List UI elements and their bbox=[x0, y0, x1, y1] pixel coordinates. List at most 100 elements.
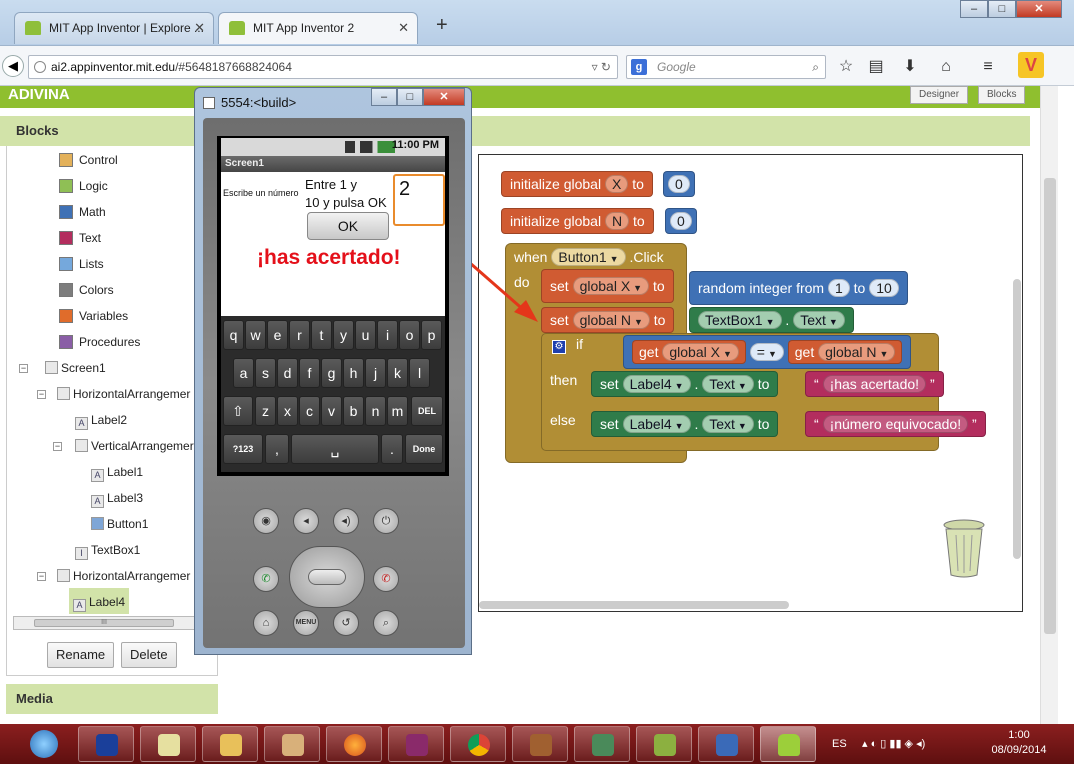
search-button-icon[interactable]: ⌕ bbox=[373, 610, 399, 636]
taskbar-android-sdk[interactable] bbox=[636, 726, 692, 762]
volume-up-icon[interactable]: ◂) bbox=[333, 508, 359, 534]
addon-v-icon[interactable]: V bbox=[1018, 52, 1044, 78]
key-u[interactable]: u bbox=[355, 320, 376, 350]
magnifier-icon[interactable]: ⌕ bbox=[812, 56, 819, 78]
taskbar-winrar[interactable] bbox=[388, 726, 444, 762]
text-numero-equivocado-block[interactable]: “ ¡número equivocado! ” bbox=[805, 411, 986, 437]
random-max[interactable]: 10 bbox=[869, 279, 899, 297]
text-has-acertado-block[interactable]: “ ¡has acertado! ” bbox=[805, 371, 944, 397]
collapse-icon[interactable]: − bbox=[37, 572, 46, 581]
key-i[interactable]: i bbox=[377, 320, 398, 350]
taskbar-explorer[interactable] bbox=[202, 726, 258, 762]
builtin-control[interactable]: Control bbox=[59, 150, 118, 170]
emulator-maximize-button[interactable]: □ bbox=[397, 88, 423, 106]
collapse-icon[interactable]: − bbox=[19, 364, 28, 373]
taskbar-firefox[interactable] bbox=[326, 726, 382, 762]
init-global-x-block[interactable]: initialize global X to bbox=[501, 171, 653, 197]
key-f[interactable]: f bbox=[299, 358, 320, 388]
search-input[interactable]: g Google ⌕ bbox=[626, 55, 826, 79]
builtin-colors[interactable]: Colors bbox=[59, 280, 114, 300]
taskbar-paint[interactable] bbox=[512, 726, 568, 762]
taskbar-emulator[interactable] bbox=[760, 726, 816, 762]
new-tab-button[interactable]: + bbox=[436, 14, 448, 37]
page-scroll-thumb[interactable] bbox=[1044, 178, 1056, 634]
key-c[interactable]: c bbox=[299, 396, 320, 426]
key-t[interactable]: t bbox=[311, 320, 332, 350]
emulator-minimize-button[interactable]: – bbox=[371, 88, 397, 106]
emulator-window[interactable]: 5554:<build> – □ ✕ 11:00 PM Screen1 Escr… bbox=[194, 87, 472, 655]
key-h[interactable]: h bbox=[343, 358, 364, 388]
tree-label2[interactable]: A Label2 bbox=[75, 410, 127, 430]
space-key-icon[interactable]: ␣ bbox=[291, 434, 379, 464]
key-a[interactable]: a bbox=[233, 358, 254, 388]
key-q[interactable]: q bbox=[223, 320, 244, 350]
key-period[interactable]: . bbox=[381, 434, 403, 464]
key-d[interactable]: d bbox=[277, 358, 298, 388]
set-label4-text-else[interactable]: set Label4 ▼ . Text ▼ to bbox=[591, 411, 779, 437]
builtin-procedures[interactable]: Procedures bbox=[59, 332, 140, 352]
key-x[interactable]: x bbox=[277, 396, 298, 426]
minimize-button[interactable]: – bbox=[960, 0, 988, 18]
dpad-control[interactable] bbox=[289, 546, 365, 608]
key-done[interactable]: Done bbox=[405, 434, 443, 464]
download-icon[interactable]: ⬇ bbox=[900, 58, 920, 76]
set-label4-text-then[interactable]: set Label4 ▼ . Text ▼ to bbox=[591, 371, 779, 397]
key-j[interactable]: j bbox=[365, 358, 386, 388]
shift-key-icon[interactable]: ⇧ bbox=[223, 396, 253, 426]
tab-explore[interactable]: MIT App Inventor | Explore ... ✕ bbox=[14, 12, 214, 44]
tree-horizontal-scrollbar[interactable]: III bbox=[13, 616, 199, 630]
builtin-logic[interactable]: Logic bbox=[59, 176, 108, 196]
compare-equal-block[interactable]: get global X ▼ = ▼ get global N ▼ bbox=[623, 335, 912, 369]
key-symbols[interactable]: ?123 bbox=[223, 434, 263, 464]
key-z[interactable]: z bbox=[255, 396, 276, 426]
key-s[interactable]: s bbox=[255, 358, 276, 388]
operator-dropdown[interactable]: = ▼ bbox=[749, 343, 784, 361]
delete-button[interactable]: Delete bbox=[121, 642, 177, 668]
taskbar-totalcmd[interactable] bbox=[78, 726, 134, 762]
star-bookmark-icon[interactable]: ☆ bbox=[836, 58, 856, 76]
tab-close-icon[interactable]: ✕ bbox=[194, 13, 205, 43]
camera-button-icon[interactable]: ◉ bbox=[253, 508, 279, 534]
address-bar[interactable]: ai2.appinventor.mit.edu/#564818766882406… bbox=[28, 55, 618, 79]
back-arrow-icon[interactable]: ◀ bbox=[2, 55, 24, 77]
dpad-center-button[interactable] bbox=[308, 569, 346, 585]
set-global-x-block[interactable]: set global X ▼ to bbox=[541, 269, 674, 303]
taskbar-files[interactable] bbox=[264, 726, 320, 762]
builtin-math[interactable]: Math bbox=[59, 202, 106, 222]
start-button[interactable] bbox=[16, 726, 72, 762]
textbox1-text-getter[interactable]: TextBox1 ▼ . Text ▼ bbox=[689, 307, 854, 333]
rename-button[interactable]: Rename bbox=[47, 642, 115, 668]
blocks-button[interactable]: Blocks bbox=[978, 86, 1026, 104]
taskbar-clock[interactable]: 1:00 08/09/2014 bbox=[984, 728, 1054, 758]
taskbar-chrome[interactable] bbox=[450, 726, 506, 762]
home-icon[interactable]: ⌂ bbox=[936, 58, 956, 76]
textbox1-input[interactable]: 2 bbox=[393, 174, 445, 226]
maximize-button[interactable]: □ bbox=[988, 0, 1016, 18]
var-name-x[interactable]: X bbox=[604, 175, 629, 193]
home-button-icon[interactable]: ⌂ bbox=[253, 610, 279, 636]
builtin-lists[interactable]: Lists bbox=[59, 254, 104, 274]
back-button-icon[interactable]: ↺ bbox=[333, 610, 359, 636]
builtin-variables[interactable]: Variables bbox=[59, 306, 128, 326]
key-w[interactable]: w bbox=[245, 320, 266, 350]
component-dropdown[interactable]: Button1 ▼ bbox=[551, 248, 626, 266]
ok-button[interactable]: OK bbox=[307, 212, 389, 240]
number-block-x-init[interactable]: 0 bbox=[663, 171, 695, 197]
number-block-n-init[interactable]: 0 bbox=[665, 208, 697, 234]
taskbar-monitor[interactable] bbox=[574, 726, 630, 762]
key-o[interactable]: o bbox=[399, 320, 420, 350]
taskbar-notepad[interactable] bbox=[140, 726, 196, 762]
emulator-close-button[interactable]: ✕ bbox=[423, 88, 465, 106]
tree-horizontal-arrangement-1[interactable]: HorizontalArrangemer bbox=[57, 384, 190, 404]
builtin-text[interactable]: Text bbox=[59, 228, 101, 248]
reading-list-icon[interactable]: ▤ bbox=[866, 58, 886, 76]
tree-horizontal-arrangement-2[interactable]: HorizontalArrangemer bbox=[57, 566, 190, 586]
var-dropdown-x[interactable]: global X ▼ bbox=[572, 277, 650, 295]
key-g[interactable]: g bbox=[321, 358, 342, 388]
tree-label3[interactable]: A Label3 bbox=[91, 488, 143, 508]
tree-screen1[interactable]: Screen1 bbox=[45, 358, 106, 378]
key-b[interactable]: b bbox=[343, 396, 364, 426]
taskbar-remote[interactable] bbox=[698, 726, 754, 762]
page-vertical-scrollbar[interactable] bbox=[1040, 86, 1058, 724]
scroll-thumb[interactable]: III bbox=[34, 619, 174, 627]
